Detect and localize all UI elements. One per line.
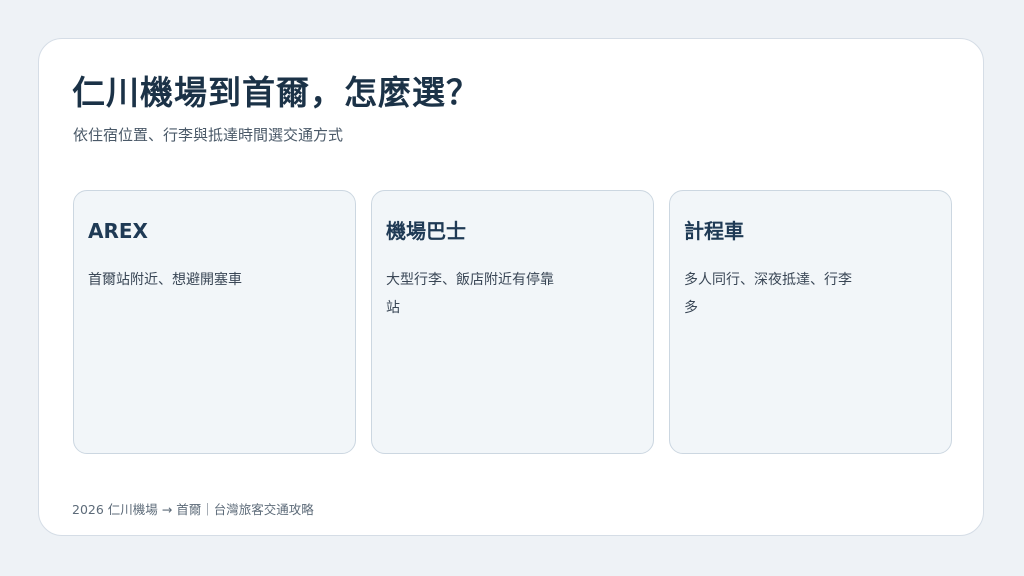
slide-card: 仁川機場到首爾，怎麼選？ 依住宿位置、行李與抵達時間選交通方式 AREX 首爾站… [38,38,984,536]
transport-options: AREX 首爾站附近、想避開塞車 機場巴士 大型行李、飯店附近有停靠站 計程車 … [73,190,953,454]
option-title: 計程車 [684,219,744,243]
option-description: 多人同行、深夜抵達、行李多 [684,272,852,316]
option-description: 大型行李、飯店附近有停靠站 [386,272,554,316]
footer-caption: 2026 仁川機場 → 首爾｜台灣旅客交通攻略 [72,502,314,517]
page-title: 仁川機場到首爾，怎麼選？ [72,73,480,112]
option-title: 機場巴士 [386,219,466,243]
option-description: 首爾站附近、想避開塞車 [88,272,242,288]
page-subtitle: 依住宿位置、行李與抵達時間選交通方式 [73,126,344,144]
option-card-arex: AREX 首爾站附近、想避開塞車 [73,190,356,454]
option-title: AREX [88,219,148,243]
option-card-taxi: 計程車 多人同行、深夜抵達、行李多 [669,190,952,454]
option-card-airport-bus: 機場巴士 大型行李、飯店附近有停靠站 [371,190,654,454]
